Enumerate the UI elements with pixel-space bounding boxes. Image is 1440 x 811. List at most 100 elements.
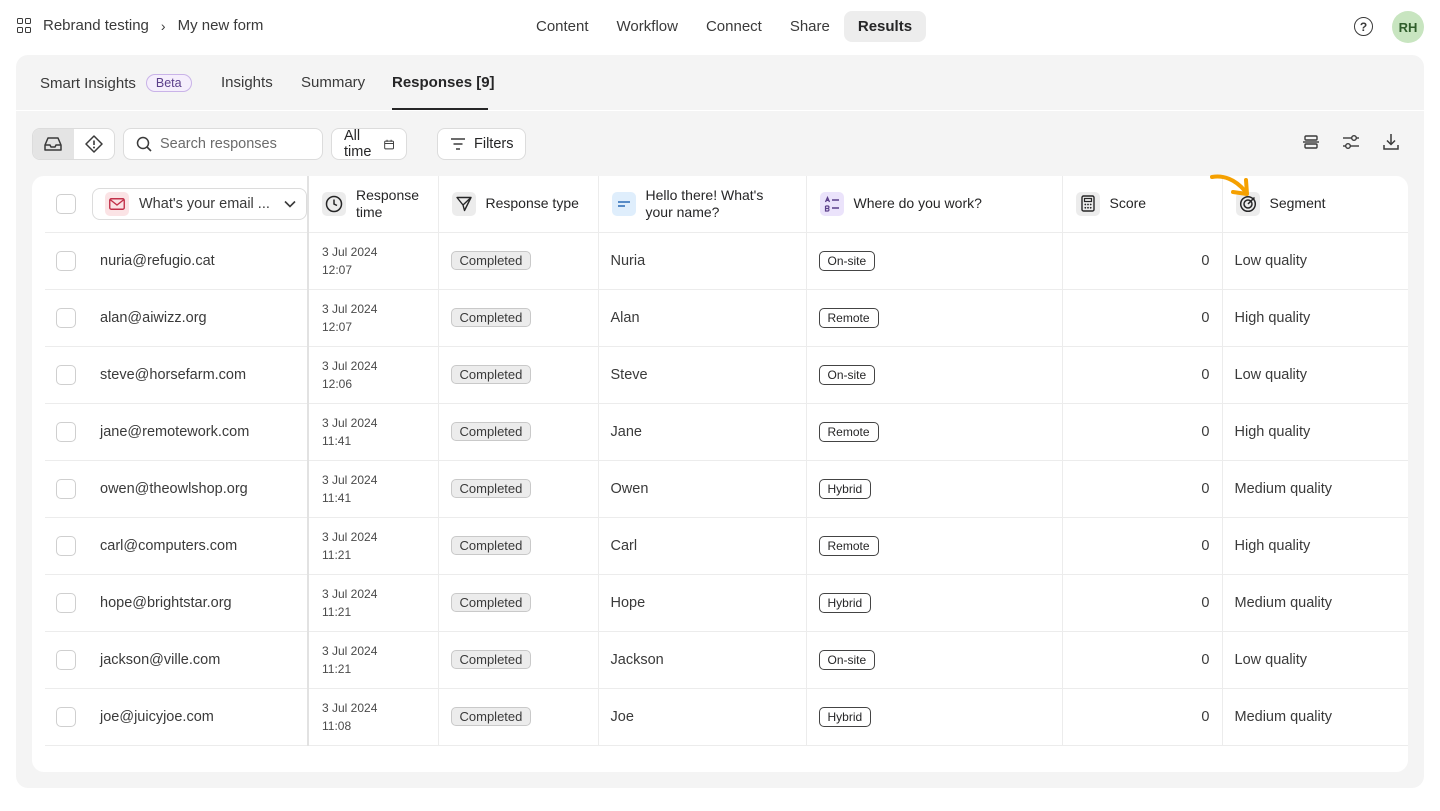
name-cell: Hope — [597, 574, 806, 632]
response-date: 3 Jul 2024 — [322, 301, 378, 316]
partial-view-button[interactable] — [74, 129, 115, 159]
row-checkbox[interactable] — [56, 364, 76, 385]
filters-button[interactable]: Filters — [437, 128, 527, 160]
table-row[interactable]: jackson@ville.com 3 Jul 2024 11:21 Complete… — [45, 631, 1408, 689]
row-density-button[interactable] — [1302, 133, 1320, 151]
score-column-header[interactable]: Score — [1061, 176, 1222, 233]
score-cell: 0 — [1061, 517, 1222, 575]
row-checkbox[interactable] — [56, 592, 76, 613]
download-button[interactable] — [1382, 133, 1400, 151]
response-clock-time: 12:07 — [322, 319, 353, 334]
table-row[interactable]: owen@theowlshop.org 3 Jul 2024 11:41 Comple… — [45, 460, 1408, 518]
table-tools — [1302, 133, 1400, 151]
response-time-label-line-2: time — [356, 203, 383, 220]
response-time-label-line-1: Response — [356, 186, 420, 203]
results-panel: Smart Insights Beta Insights Summary Res… — [16, 55, 1424, 788]
tab-smart-insights-label: Smart Insights — [40, 74, 136, 92]
email-value: jackson@ville.com — [100, 651, 221, 668]
table-row[interactable]: jane@remotework.com 3 Jul 2024 11:41 Comple… — [45, 403, 1408, 461]
filter-icon — [451, 138, 465, 150]
name-cell: Alan — [597, 289, 806, 347]
time-filter-label: All time — [344, 128, 372, 160]
row-checkbox[interactable] — [56, 535, 76, 556]
row-checkbox[interactable] — [56, 478, 76, 499]
response-type-cell: Completed — [437, 289, 598, 347]
response-time-column-header[interactable]: Response time — [307, 176, 438, 233]
download-icon — [1383, 134, 1399, 150]
tab-insights[interactable]: Insights — [221, 74, 273, 91]
work-cell: On-site — [805, 631, 1062, 689]
nav-results[interactable]: Results — [843, 11, 927, 42]
inbox-view-button[interactable] — [33, 129, 74, 159]
table-row[interactable]: nuria@refugio.cat 3 Jul 2024 12:07 Complete… — [45, 232, 1408, 290]
column-settings-button[interactable] — [1342, 133, 1360, 151]
name-cell: Owen — [597, 460, 806, 518]
email-cell: carl@computers.com — [45, 517, 308, 575]
nav-connect[interactable]: Connect — [692, 11, 776, 42]
email-cell: steve@horsefarm.com — [45, 346, 308, 404]
row-checkbox[interactable] — [56, 421, 76, 442]
response-date: 3 Jul 2024 — [322, 586, 378, 601]
breadcrumb-form[interactable]: My new form — [178, 17, 264, 34]
response-time-header-label: Response time — [356, 187, 419, 221]
work-column-header[interactable]: Where do you work? — [805, 176, 1062, 233]
email-cell: joe@juicyjoe.com — [45, 688, 308, 746]
score-cell: 0 — [1061, 460, 1222, 518]
avatar[interactable]: RH — [1392, 11, 1424, 43]
work-chip: On-site — [818, 649, 876, 670]
tab-summary[interactable]: Summary — [301, 74, 365, 91]
response-type-column-header[interactable]: Response type — [437, 176, 598, 233]
time-filter-button[interactable]: All time — [331, 128, 408, 160]
work-chip: Hybrid — [818, 592, 872, 613]
name-cell: Steve — [597, 346, 806, 404]
tab-smart-insights[interactable]: Smart Insights Beta — [40, 74, 192, 92]
nav-workflow[interactable]: Workflow — [603, 11, 692, 42]
segment-cell: High quality — [1221, 403, 1408, 461]
name-column-header[interactable]: Hello there! What's your name? — [597, 176, 806, 233]
warning-diamond-icon — [85, 135, 103, 153]
select-all-checkbox[interactable] — [56, 193, 76, 214]
table-row[interactable]: joe@juicyjoe.com 3 Jul 2024 11:08 Completed… — [45, 688, 1408, 746]
name-cell: Joe — [597, 688, 806, 746]
response-type-cell: Completed — [437, 631, 598, 689]
work-cell: On-site — [805, 346, 1062, 404]
response-date: 3 Jul 2024 — [322, 529, 378, 544]
score-header-icon — [1075, 191, 1100, 216]
help-icon[interactable]: ? — [1354, 17, 1373, 36]
email-value: jane@remotework.com — [100, 423, 250, 440]
top-bar: Rebrand testing › My new form Content Wo… — [0, 0, 1440, 54]
email-question-selector[interactable]: What's your email ... — [92, 187, 307, 220]
response-clock-time: 11:21 — [322, 661, 352, 676]
response-type-header-icon — [451, 191, 476, 216]
email-value: owen@theowlshop.org — [100, 480, 248, 497]
response-date: 3 Jul 2024 — [322, 415, 378, 430]
workspace-grid-icon[interactable] — [17, 18, 32, 33]
work-chip: Remote — [818, 535, 879, 556]
active-tab-indicator — [392, 108, 488, 110]
nav-content[interactable]: Content — [522, 11, 603, 42]
row-checkbox[interactable] — [56, 250, 76, 271]
nav-share[interactable]: Share — [776, 11, 844, 42]
search-input[interactable] — [160, 136, 310, 152]
breadcrumb-workspace[interactable]: Rebrand testing — [43, 17, 149, 34]
row-checkbox[interactable] — [56, 307, 76, 328]
clock-icon — [325, 195, 343, 212]
table-row[interactable]: steve@horsefarm.com 3 Jul 2024 12:06 Comple… — [45, 346, 1408, 404]
response-date: 3 Jul 2024 — [322, 472, 378, 487]
send-icon — [455, 196, 472, 211]
status-badge: Completed — [450, 650, 532, 669]
row-checkbox[interactable] — [56, 649, 76, 670]
segment-cell: High quality — [1221, 289, 1408, 347]
response-time-cell: 3 Jul 2024 11:41 — [307, 460, 438, 518]
score-cell: 0 — [1061, 574, 1222, 632]
table-row[interactable]: carl@computers.com 3 Jul 2024 11:21 Complet… — [45, 517, 1408, 575]
row-checkbox[interactable] — [56, 706, 76, 727]
annotation-arrow-icon — [1210, 174, 1249, 196]
segment-cell: Low quality — [1221, 631, 1408, 689]
response-type-header-label: Response type — [485, 195, 579, 212]
tab-responses[interactable]: Responses [9] — [392, 74, 495, 91]
table-row[interactable]: alan@aiwizz.org 3 Jul 2024 12:07 Completed A… — [45, 289, 1408, 347]
table-row[interactable]: hope@brightstar.org 3 Jul 2024 11:21 Comple… — [45, 574, 1408, 632]
work-chip: On-site — [818, 250, 876, 271]
search-icon — [136, 136, 152, 152]
